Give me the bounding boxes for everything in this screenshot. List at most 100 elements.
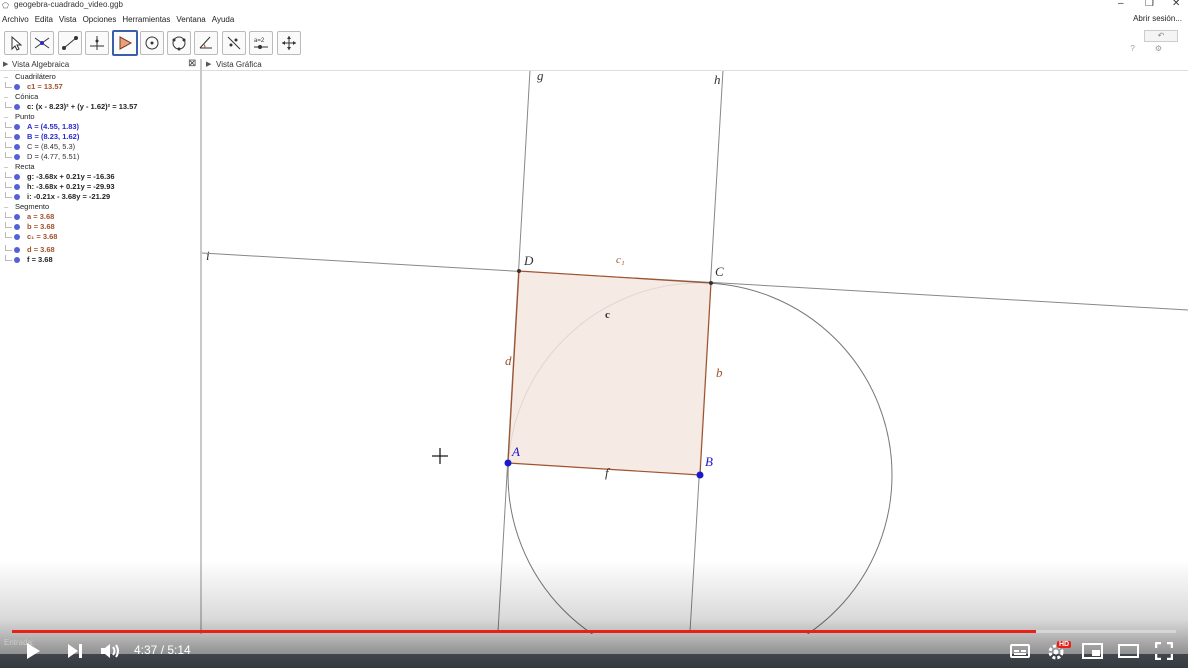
algebra-list: – Cuadrilátero c1 = 13.57 – Cónica c: (x -… xyxy=(0,72,200,265)
visibility-dot-icon[interactable] xyxy=(14,234,20,240)
slider-tool-label: a=2 xyxy=(254,38,265,44)
move-tool-button[interactable] xyxy=(4,31,28,55)
algebra-item[interactable]: c₁ = 3.68 xyxy=(0,232,200,245)
menu-ventana[interactable]: Ventana xyxy=(176,15,205,24)
move-view-tool-button[interactable] xyxy=(277,31,301,55)
theater-mode-icon[interactable] xyxy=(1118,644,1140,658)
intersect-tool-button[interactable] xyxy=(30,31,54,55)
point-a[interactable] xyxy=(504,459,512,467)
visibility-dot-icon[interactable] xyxy=(14,124,20,130)
reflect-tool-button[interactable] xyxy=(222,31,246,55)
next-icon[interactable] xyxy=(66,643,84,659)
algebra-item[interactable]: A = (4.55, 1.83) xyxy=(0,122,200,132)
visibility-dot-icon[interactable] xyxy=(14,104,20,110)
collapse-triangle-icon[interactable]: ▶ xyxy=(206,60,211,68)
fullscreen-icon[interactable] xyxy=(1155,642,1173,660)
segment-icon xyxy=(62,36,78,50)
algebra-item[interactable]: f = 3.68 xyxy=(0,255,200,265)
video-progress-fill xyxy=(12,630,1037,633)
segment-tool-button[interactable] xyxy=(58,31,82,55)
subtitles-icon[interactable] xyxy=(1010,643,1030,659)
hd-badge: HD xyxy=(1057,641,1072,648)
visibility-dot-icon[interactable] xyxy=(14,84,20,90)
toolbar: a=2 xyxy=(0,29,1188,60)
algebra-item[interactable]: B = (8.23, 1.62) xyxy=(0,132,200,142)
circle-tool-button[interactable] xyxy=(140,31,164,55)
label-circle-c: c xyxy=(605,309,610,321)
close-algebra-icon[interactable]: ⊠ xyxy=(188,58,196,69)
sign-in-link[interactable]: Abrir sesión... xyxy=(1133,14,1182,23)
minimize-button[interactable]: – xyxy=(1118,0,1124,9)
collapse-triangle-icon[interactable]: ▶ xyxy=(3,60,8,68)
slider-tool-button[interactable]: a=2 xyxy=(249,31,273,55)
menu-archivo[interactable]: Archivo xyxy=(2,15,29,24)
algebra-item[interactable]: g: -3.68x + 0.21y = -16.36 xyxy=(0,172,200,182)
help-settings-icons[interactable]: ?⚙ xyxy=(1130,44,1182,53)
video-time: 4:37 / 5:14 xyxy=(134,643,191,657)
close-window-button[interactable]: ✕ xyxy=(1172,0,1180,9)
miniplayer-icon[interactable] xyxy=(1082,643,1104,659)
label-c: C xyxy=(715,264,724,279)
graphics-view-header: ▶ Vista Gráfica xyxy=(202,59,1188,71)
group-header[interactable]: – Recta xyxy=(0,162,200,172)
point-c[interactable] xyxy=(709,281,713,285)
conic-icon xyxy=(172,36,186,51)
label-d-segment: d xyxy=(505,353,512,368)
visibility-dot-icon[interactable] xyxy=(14,144,20,150)
intersect-icon xyxy=(34,37,50,49)
play-icon[interactable] xyxy=(24,642,42,660)
visibility-dot-icon[interactable] xyxy=(14,224,20,230)
duration: 5:14 xyxy=(167,643,191,657)
label-h: h xyxy=(714,72,721,87)
reflect-icon xyxy=(227,36,241,50)
label-d: D xyxy=(523,253,534,268)
perpendicular-tool-button[interactable] xyxy=(85,31,109,55)
undo-button[interactable]: ↶ xyxy=(1144,30,1178,42)
visibility-dot-icon[interactable] xyxy=(14,194,20,200)
label-i: i xyxy=(206,248,210,263)
angle-tool-button[interactable] xyxy=(194,31,218,55)
visibility-dot-icon[interactable] xyxy=(14,257,20,263)
move-arrows-icon xyxy=(282,36,296,50)
algebra-view-title: Vista Algebraica xyxy=(12,60,70,69)
polygon-icon xyxy=(119,36,133,50)
visibility-dot-icon[interactable] xyxy=(14,174,20,180)
menu-vista[interactable]: Vista xyxy=(59,15,77,24)
algebra-item[interactable]: b = 3.68 xyxy=(0,222,200,232)
visibility-dot-icon[interactable] xyxy=(14,214,20,220)
group-header[interactable]: – Punto xyxy=(0,112,200,122)
menu-edita[interactable]: Edita xyxy=(35,15,53,24)
algebra-item[interactable]: d = 3.68 xyxy=(0,245,200,255)
label-c1: c₁ xyxy=(616,254,625,266)
visibility-dot-icon[interactable] xyxy=(14,247,20,253)
group-header[interactable]: – Cónica xyxy=(0,92,200,102)
visibility-dot-icon[interactable] xyxy=(14,134,20,140)
menu-bar: Archivo Edita Vista Opciones Herramientas Ven… xyxy=(0,14,1188,26)
group-header[interactable]: – Cuadrilátero xyxy=(0,72,200,82)
window-title: geogebra-cuadrado_video.ggb xyxy=(14,0,123,9)
volume-icon[interactable] xyxy=(100,642,122,660)
group-header[interactable]: – Segmento xyxy=(0,202,200,212)
algebra-item[interactable]: c1 = 13.57 xyxy=(0,82,200,92)
algebra-item[interactable]: h: -3.68x + 0.21y = -29.93 xyxy=(0,182,200,192)
visibility-dot-icon[interactable] xyxy=(14,184,20,190)
menu-herramientas[interactable]: Herramientas xyxy=(122,15,170,24)
algebra-item[interactable]: a = 3.68 xyxy=(0,212,200,222)
algebra-item[interactable]: C = (8.45, 5.3) xyxy=(0,142,200,152)
visibility-dot-icon[interactable] xyxy=(14,154,20,160)
polygon-tool-button[interactable] xyxy=(112,30,138,56)
label-a: A xyxy=(511,444,520,459)
conic-tool-button[interactable] xyxy=(167,31,191,55)
algebra-item[interactable]: i: -0.21x - 3.68y = -21.29 xyxy=(0,192,200,202)
algebra-item[interactable]: D = (4.77, 5.51) xyxy=(0,152,200,162)
point-d[interactable] xyxy=(517,269,521,273)
algebra-item[interactable]: c: (x - 8.23)² + (y - 1.62)² = 13.57 xyxy=(0,102,200,112)
menu-ayuda[interactable]: Ayuda xyxy=(212,15,235,24)
video-progress-bar[interactable] xyxy=(12,630,1176,633)
square-polygon[interactable] xyxy=(507,270,712,476)
restore-button[interactable]: ❐ xyxy=(1145,0,1154,9)
point-b[interactable] xyxy=(696,471,704,479)
graphics-canvas[interactable]: g h i A B C D c₁ c d b f xyxy=(202,71,1188,634)
menu-opciones[interactable]: Opciones xyxy=(83,15,117,24)
perpendicular-icon xyxy=(90,36,104,50)
